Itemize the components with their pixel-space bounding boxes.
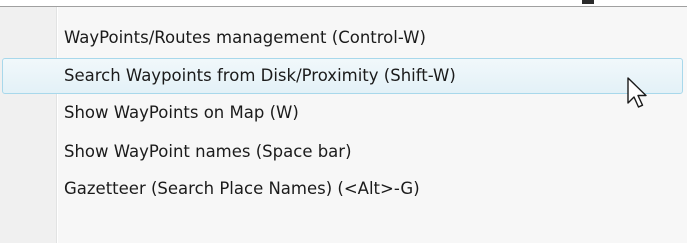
menu-item-label: WayPoints/Routes management (Control-W)	[64, 28, 426, 47]
context-menu: WayPoints/Routes management (Control-W) …	[0, 0, 687, 243]
menu-item-waypoints-routes-management[interactable]: WayPoints/Routes management (Control-W)	[2, 20, 683, 56]
menu-item-label: Search Waypoints from Disk/Proximity (Sh…	[64, 66, 456, 85]
menu-item-search-waypoints[interactable]: Search Waypoints from Disk/Proximity (Sh…	[2, 58, 683, 94]
mouse-pointer-icon	[627, 77, 647, 108]
menu-border	[0, 6, 687, 7]
window-fragment	[582, 0, 594, 4]
menu-item-show-waypoint-names[interactable]: Show WayPoint names (Space bar)	[2, 134, 683, 170]
menu-item-gazetteer[interactable]: Gazetteer (Search Place Names) (<Alt>-G)	[2, 171, 683, 207]
menu-item-label: Show WayPoint names (Space bar)	[64, 142, 352, 161]
menu-item-show-waypoints-on-map[interactable]: Show WayPoints on Map (W)	[2, 95, 683, 131]
menu-item-label: Show WayPoints on Map (W)	[64, 103, 299, 122]
menu-item-label: Gazetteer (Search Place Names) (<Alt>-G)	[64, 179, 420, 198]
